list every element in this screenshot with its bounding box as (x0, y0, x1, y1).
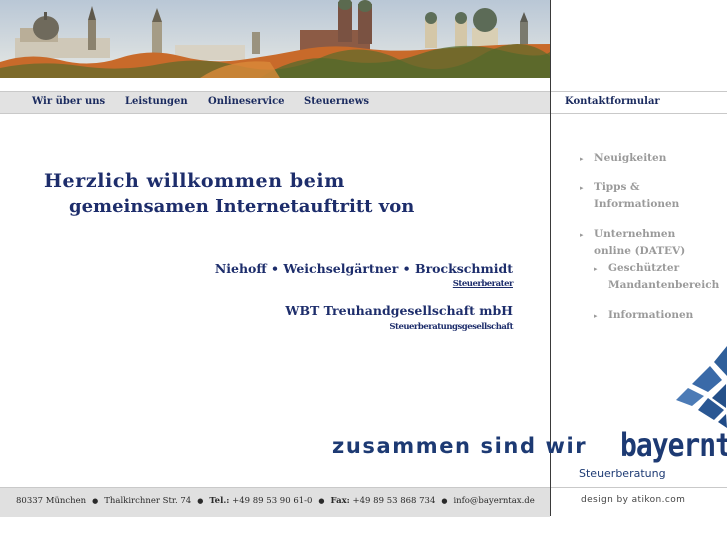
firm-type-wbt: Steuerberatungsgesellschaft (389, 322, 513, 332)
contact-nav: Kontaktformular (551, 91, 727, 114)
triangle-bullet-icon: ▸ (580, 154, 584, 163)
triangle-bullet-icon: ▸ (594, 311, 598, 320)
footer-email-link[interactable]: info@bayerntax.de (453, 496, 534, 506)
nav-item-leistungen[interactable]: Leistungen (125, 96, 188, 107)
nav-item-wir-ueber-uns[interactable]: Wir über uns (32, 96, 105, 107)
bullet-dot-icon: ● (92, 497, 99, 505)
main-navigation: Wir über uns Leistungen Onlineservice St… (0, 91, 550, 114)
header-skyline-image (0, 0, 550, 78)
sidebar-item-label: Geschützter Mandantenbereich (608, 262, 720, 291)
triangle-bullet-icon: ▸ (594, 264, 598, 273)
decorative-tiles-graphic (670, 340, 727, 430)
sidebar-item-tipps[interactable]: ▸ Tipps & Informationen (580, 179, 684, 213)
bullet-dot-icon: ● (441, 497, 448, 505)
footer-fax-label: Fax: (330, 496, 350, 506)
footer-tel-label: Tel.: (209, 496, 230, 506)
footer-city: 80337 München (16, 496, 87, 506)
sidebar-item-label: Tipps & Informationen (594, 181, 680, 210)
footer-address-bar: 80337 München ● Thalkirchner Str. 74 ● Tel.:… (0, 487, 550, 517)
sidebar-item-label: Informationen (608, 309, 694, 321)
triangle-bullet-icon: ▸ (580, 230, 584, 239)
welcome-heading-line1: Herzlich willkommen beim (44, 170, 345, 192)
nav-item-onlineservice[interactable]: Onlineservice (208, 96, 285, 107)
footer-credit-area: design by atikon.com (551, 487, 727, 517)
sidebar-item-label: Neuigkeiten (594, 152, 667, 164)
bullet-dot-icon: ● (197, 497, 204, 505)
bullet-dot-icon: ● (318, 497, 325, 505)
sidebar-item-neuigkeiten[interactable]: ▸ Neuigkeiten (580, 150, 667, 167)
sidebar-item-unternehmen-online[interactable]: ▸ Unternehmen online (DATEV) (580, 226, 714, 260)
sidebar-subitem-informationen[interactable]: ▸ Informationen (594, 307, 694, 324)
bayerntax-logo: bayerntax (620, 426, 727, 464)
welcome-heading-line2: gemeinsamen Internetauftritt von (69, 196, 415, 217)
sidebar-subitem-mandantenbereich[interactable]: ▸ Geschützter Mandantenbereich (594, 260, 720, 294)
footer-street: Thalkirchner Str. 74 (104, 496, 192, 506)
nav-item-steuernews[interactable]: Steuernews (304, 96, 369, 107)
footer-address: 80337 München ● Thalkirchner Str. 74 ● Tel.:… (16, 496, 535, 506)
triangle-bullet-icon: ▸ (580, 183, 584, 192)
firm-type-steuerberater-link[interactable]: Steuerberater (453, 279, 514, 289)
logo-subtitle: Steuerberatung (579, 467, 666, 480)
design-credit-link[interactable]: design by atikon.com (581, 495, 685, 505)
slogan-text: zusammen sind wir (332, 434, 588, 458)
nav-item-kontaktformular[interactable]: Kontaktformular (565, 96, 660, 107)
firm-name-steuerberater: Niehoff • Weichselgärtner • Brockschmidt (214, 261, 513, 276)
firm-name-wbt: WBT Treuhandgesellschaft mbH (285, 303, 513, 318)
footer-fax: +49 89 53 868 734 (352, 496, 436, 506)
footer-tel[interactable]: +49 89 53 90 61-0 (232, 496, 312, 506)
sidebar-item-label: Unternehmen online (DATEV) (594, 228, 686, 257)
